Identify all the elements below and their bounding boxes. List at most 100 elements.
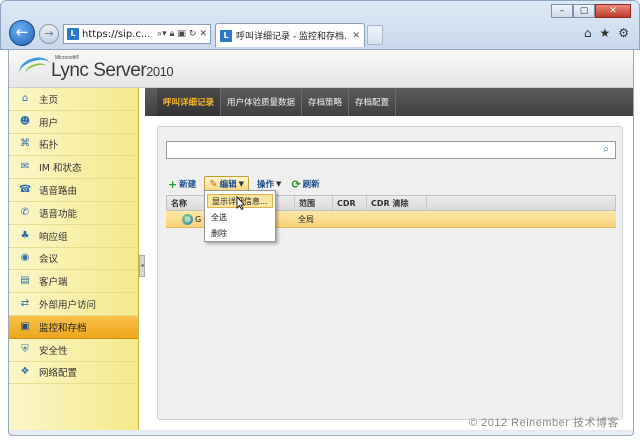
sidebar-item-0[interactable]: ⌂ 主页: [9, 88, 138, 111]
topology-icon: ⌘: [20, 138, 30, 150]
users-icon: ☻: [19, 115, 31, 127]
back-arrow-icon: ←: [15, 23, 29, 41]
refresh-label: 刷新: [302, 180, 320, 190]
sidebar-item-12[interactable]: ❖ 网络配置: [9, 362, 138, 385]
plus-icon: +: [168, 177, 178, 191]
search-dropdown-icon[interactable]: ⌕▾: [157, 29, 167, 39]
phone-icon: ✆: [20, 206, 30, 218]
globe-icon: ◍: [182, 213, 193, 225]
network-icon: ❖: [20, 366, 30, 378]
sidebar-item-label: 响应组: [39, 231, 68, 243]
home-icon[interactable]: ⌂: [584, 26, 592, 40]
menu-item-delete[interactable]: 删除: [205, 226, 275, 240]
tab-0[interactable]: 呼叫详细记录: [157, 88, 222, 116]
sidebar-item-label: 网络配置: [39, 368, 78, 380]
site-favicon-icon: L: [67, 28, 79, 40]
row-cdr-purge: [366, 211, 426, 227]
page: Microsoft® Lync Server2010 ⌂ 主页 ☻ 用户 ⌘ 拓扑 ✉ IM …: [8, 50, 634, 430]
browser-tab[interactable]: L 呼叫详细记录 - 监控和存档... ✕: [215, 23, 365, 47]
close-window-button[interactable]: ✕: [595, 4, 631, 18]
row-cdr: [332, 211, 366, 227]
security-icon: ⛨: [21, 343, 29, 355]
sidebar-item-label: 监控和存档: [39, 322, 87, 334]
main-content: 呼叫详细记录 用户体验质量数据 存档策略 存档配置 ⌕ + 新建 ✎ 编辑 ▼ 操作: [145, 88, 633, 430]
browser-bottom-edge: [8, 430, 634, 436]
edit-label: 编辑: [219, 180, 237, 190]
new-tab-button[interactable]: [367, 25, 383, 45]
phone-route-icon: ☎: [19, 184, 32, 196]
back-button[interactable]: ←: [9, 20, 35, 46]
pencil-icon: ✎: [209, 178, 218, 190]
sidebar-item-label: 会议: [39, 254, 59, 266]
sidebar-item-2[interactable]: ⌘ 拓扑: [9, 134, 138, 157]
sidebar-item-11[interactable]: ⛨ 安全性: [9, 339, 138, 362]
sidebar-item-5[interactable]: ✆ 语音功能: [9, 202, 138, 225]
search-icon[interactable]: ⌕: [599, 143, 613, 157]
tab-title: 呼叫详细记录 - 监控和存档...: [236, 32, 349, 42]
forward-arrow-icon: →: [44, 27, 54, 40]
tab-2[interactable]: 存档策略: [302, 88, 350, 116]
action-label: 操作: [257, 180, 275, 190]
sidebar-item-3[interactable]: ✉ IM 和状态: [9, 156, 138, 180]
tab-close-icon[interactable]: ✕: [352, 31, 360, 41]
address-bar[interactable]: L https://sip.c... ⌕▾ 🔒︎ ▣ ↻ ✕: [63, 24, 211, 44]
monitor-icon: ▣: [20, 320, 30, 332]
app-header: Microsoft® Lync Server2010: [9, 50, 633, 88]
logo-main-text: Lync Server: [51, 60, 147, 81]
refresh-page-icon[interactable]: ↻: [189, 29, 197, 39]
column-header-scope[interactable]: 范围: [295, 196, 333, 210]
sidebar-item-label: 安全性: [39, 345, 68, 357]
refresh-button[interactable]: ⟳ 刷新: [289, 176, 321, 192]
content-tabbar: 呼叫详细记录 用户体验质量数据 存档策略 存档配置: [145, 88, 633, 116]
sidebar-item-9[interactable]: ⇄ 外部用户访问: [9, 293, 138, 316]
sidebar-item-label: 语音路由: [39, 186, 78, 198]
sidebar-item-4[interactable]: ☎ 语音路由: [9, 179, 138, 202]
star-icon[interactable]: ★: [599, 26, 610, 40]
new-label: 新建: [179, 180, 197, 190]
chevron-down-icon: ▼: [238, 180, 245, 188]
conference-icon: ◉: [20, 252, 30, 264]
minimize-button[interactable]: –: [551, 4, 573, 18]
logo-product-name: Lync Server2010: [51, 60, 174, 82]
refresh-icon: ⟳: [291, 177, 301, 191]
maximize-button[interactable]: ▢: [573, 4, 595, 18]
gear-icon[interactable]: ⚙: [618, 26, 629, 40]
stop-icon[interactable]: ✕: [199, 29, 207, 39]
browser-tools: ⌂ ★ ⚙: [584, 26, 629, 40]
watermark: © 2012 Reinember 技术博客: [468, 417, 619, 429]
menu-item-select-all[interactable]: 全选: [205, 210, 275, 224]
chat-icon: ✉: [20, 161, 30, 173]
search-box: ⌕: [166, 141, 616, 159]
logo-year: 2010: [146, 64, 174, 79]
sidebar-item-label: 语音功能: [39, 208, 78, 220]
sidebar-item-7[interactable]: ◉ 会议: [9, 248, 138, 271]
search-input[interactable]: [167, 142, 597, 158]
browser-window-chrome: – ▢ ✕ ← → L https://sip.c... ⌕▾ 🔒︎ ▣ ↻ ✕…: [0, 0, 640, 50]
column-header-cdr[interactable]: CDR: [333, 196, 367, 210]
sidebar-item-8[interactable]: ▤ 客户端: [9, 270, 138, 294]
sidebar-item-label: 拓扑: [39, 140, 59, 152]
home-icon: ⌂: [21, 92, 29, 104]
new-button[interactable]: + 新建: [166, 176, 198, 192]
sidebar-item-label: 主页: [39, 94, 59, 106]
tab-1[interactable]: 用户体验质量数据: [221, 88, 303, 116]
window-controls: – ▢ ✕: [551, 4, 631, 18]
address-text[interactable]: https://sip.c...: [82, 29, 154, 40]
client-icon: ▤: [20, 275, 30, 287]
tab-favicon-icon: L: [220, 29, 232, 42]
sidebar: ⌂ 主页 ☻ 用户 ⌘ 拓扑 ✉ IM 和状态 ☎ 语音路由 ✆ 语音功能 ♣ 响应组 ◉ 会议 ▤ 客户端 ⇄ 外部…: [9, 88, 139, 430]
content-panel: ⌕ + 新建 ✎ 编辑 ▼ 操作 ▼ ⟳ 刷新 名称 范围 CDR CDR 清除…: [157, 126, 623, 420]
sidebar-item-label: IM 和状态: [39, 163, 82, 175]
group-icon: ♣: [20, 229, 30, 241]
tab-3[interactable]: 存档配置: [349, 88, 397, 116]
sidebar-item-10[interactable]: ▣ 监控和存档: [9, 315, 138, 339]
forward-button[interactable]: →: [39, 24, 59, 44]
compat-view-icon[interactable]: ▣: [177, 29, 186, 39]
lock-icon[interactable]: 🔒︎: [170, 29, 175, 39]
sidebar-item-6[interactable]: ♣ 响应组: [9, 225, 138, 248]
column-header-cdr-purge[interactable]: CDR 清除: [367, 196, 427, 210]
row-name: G: [195, 214, 202, 224]
column-header-filler: [427, 196, 615, 210]
sidebar-item-1[interactable]: ☻ 用户: [9, 111, 138, 134]
sidebar-list: ⌂ 主页 ☻ 用户 ⌘ 拓扑 ✉ IM 和状态 ☎ 语音路由 ✆ 语音功能 ♣ 响应组 ◉ 会议 ▤ 客户端 ⇄ 外部…: [9, 88, 138, 385]
